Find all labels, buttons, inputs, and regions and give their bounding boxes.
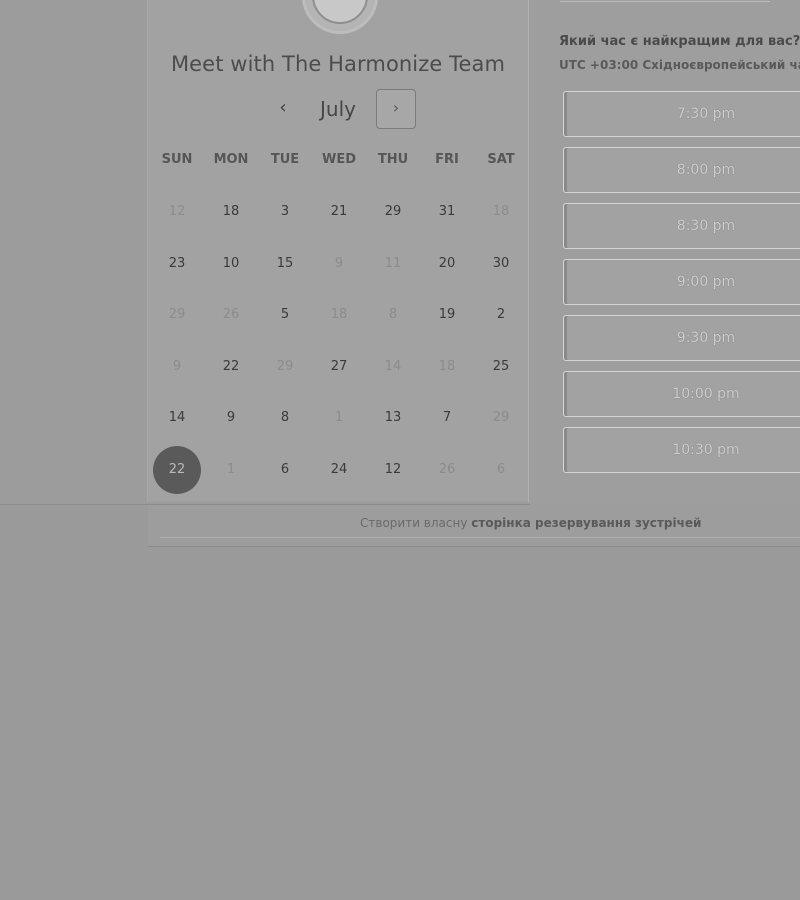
calendar-day[interactable]: 27 [315,343,363,391]
calendar-day[interactable]: 18 [207,188,255,236]
calendar-day[interactable]: 21 [315,188,363,236]
calendar-day[interactable]: 15 [261,240,309,288]
calendar-day[interactable]: 10 [207,240,255,288]
time-slot-button[interactable]: 8:30 pm [563,203,800,249]
weekday-label: SUN [161,152,193,167]
time-slot-panel: Який час є найкращим для вас? UTC +03:00… [530,0,800,505]
weekday-label: TUE [270,152,300,167]
time-slot-label: 9:30 pm [676,330,736,346]
calendar-day[interactable]: 25 [477,343,525,391]
calendar-day[interactable]: 9 [207,394,255,442]
footer-prefix: Створити власну [360,516,468,530]
calendar-day: 9 [334,255,344,271]
time-slot-label: 8:00 pm [676,162,736,178]
calendar-day[interactable]: 19 [423,291,471,339]
calendar-day: 29 [276,358,294,374]
divider [560,0,770,2]
calendar-day[interactable]: 5 [261,291,309,339]
calendar-day: 11 [384,255,402,271]
time-slot-label: 8:30 pm [676,218,736,234]
calendar-day[interactable]: 30 [477,240,525,288]
calendar-day[interactable]: 14 [153,394,201,442]
calendar-day: 18 [330,307,348,322]
calendar-day[interactable]: 24 [315,446,363,494]
booking-page: Meet with The Harmonize Team ‹ July › SU… [0,0,800,900]
footer-link[interactable]: сторінка резервування зустрічей [471,516,701,530]
calendar-day[interactable]: 13 [369,394,417,442]
calendar-day: 18 [438,358,456,374]
weekday-label: WED [321,152,356,167]
weekday-label: SAT [487,152,515,167]
time-slot-label: 7:30 pm [676,106,736,122]
calendar-day-grid: 12 18 3 21 29 31 18 23 10 15 9 11 20 30 29 26 5 18 8 19 2 9 22… [150,188,528,498]
time-slot-label: 9:00 pm [676,274,736,290]
calendar-day[interactable]: 23 [153,240,201,288]
weekday-label: MON [213,152,249,167]
time-slot-label: 10:30 pm [672,442,740,458]
calendar-day[interactable]: 7 [423,394,471,442]
calendar-day[interactable]: 6 [261,446,309,494]
page-title: Meet with The Harmonize Team [170,52,506,76]
calendar-day[interactable]: 20 [423,240,471,288]
weekday-header: SUN MON TUE WED THU FRI SAT [150,152,528,172]
chevron-right-icon[interactable]: › [376,89,416,129]
weekday-label: FRI [435,152,459,167]
time-slot-button[interactable]: 9:30 pm [563,315,800,361]
timezone-label[interactable]: UTC +03:00 Східноєвропейський час [559,58,800,72]
avatar-image [312,0,368,24]
calendar-day[interactable]: 29 [369,188,417,236]
calendar-day: 9 [172,358,182,374]
calendar-day[interactable]: 22 [207,343,255,391]
calendar-day: 6 [496,461,506,477]
calendar-day: 12 [168,204,186,219]
calendar-day: 1 [334,410,344,425]
footer-text: Створити власну сторінка резервування зу… [360,516,701,530]
time-slot-button[interactable]: 8:00 pm [563,147,800,193]
time-slot-button[interactable]: 9:00 pm [563,259,800,305]
calendar-day: 8 [388,307,398,322]
calendar-day[interactable]: 8 [261,394,309,442]
calendar-day: 26 [438,461,456,477]
calendar-day[interactable]: 2 [477,291,525,339]
weekday-label: THU [377,152,409,167]
calendar-day[interactable]: 12 [369,446,417,494]
time-question: Який час є найкращим для вас? [559,34,800,49]
time-slot-button[interactable]: 7:30 pm [563,91,800,137]
calendar-day: 18 [492,204,510,219]
calendar-day: 26 [222,307,240,322]
calendar-day[interactable]: 3 [261,188,309,236]
calendar-day: 29 [492,410,510,425]
time-slot-button[interactable]: 10:30 pm [563,427,800,473]
calendar-day: 1 [226,461,236,477]
divider [160,537,800,538]
month-navigation: ‹ July › [265,89,417,129]
calendar-day: 29 [168,307,186,322]
chevron-left-icon[interactable]: ‹ [269,94,297,124]
month-label: July [320,97,356,121]
calendar-day: 14 [384,358,402,374]
time-slot-label: 10:00 pm [672,386,740,402]
time-slot-button[interactable]: 10:00 pm [563,371,800,417]
calendar-day[interactable]: 31 [423,188,471,236]
calendar-day-selected[interactable]: 22 [153,445,201,494]
